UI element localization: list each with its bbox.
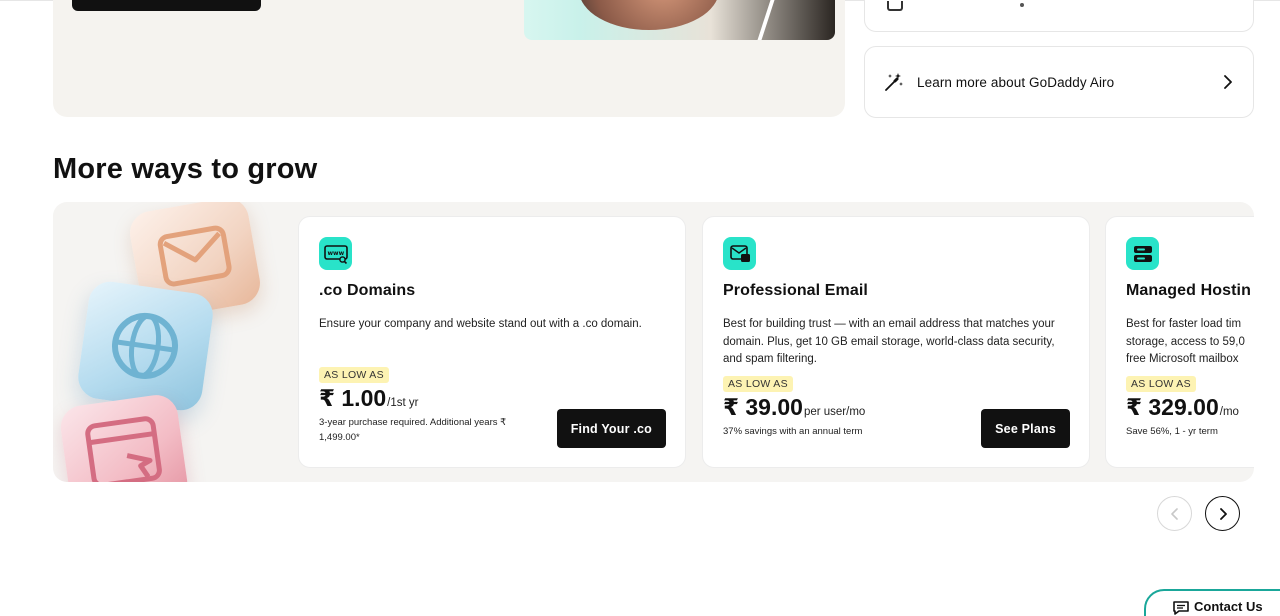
price-unit: /1st yr <box>387 397 419 409</box>
product-price: ₹ 1.00 <box>319 385 387 411</box>
product-illustration <box>53 202 293 482</box>
hero-cta-button[interactable] <box>72 0 261 11</box>
price-badge: AS LOW AS <box>1126 376 1196 392</box>
product-price: ₹ 39.00 <box>723 394 803 420</box>
price-note: Save 56%, 1 - yr term <box>1126 426 1218 437</box>
contact-us-button[interactable]: Contact Us <box>1144 589 1280 616</box>
server-icon <box>1126 237 1159 270</box>
carousel-next-button[interactable] <box>1205 496 1240 531</box>
product-price: ₹ 329.00 <box>1126 394 1219 420</box>
find-your-co-button[interactable]: Find Your .co <box>556 409 666 448</box>
product-name: Professional Email <box>723 282 868 299</box>
product-card-co-domains: www .co Domains Ensure your company and … <box>298 216 686 468</box>
email-icon <box>723 237 756 270</box>
price-note: 37% savings with an annual term <box>723 426 863 437</box>
chevron-right-icon <box>1221 75 1235 89</box>
chevron-right-icon <box>1219 507 1227 520</box>
price-note: 3-year purchase required. Additional yea… <box>319 417 507 443</box>
contact-us-label: Contact Us <box>1194 599 1263 614</box>
www-search-icon: www <box>319 237 352 270</box>
chevron-left-icon <box>1170 507 1178 520</box>
learn-more-airo-link[interactable]: Learn more about GoDaddy Airo <box>864 46 1254 118</box>
magic-wand-icon <box>883 71 905 93</box>
product-description: Ensure your company and website stand ou… <box>319 318 642 330</box>
learn-more-label: Learn more about GoDaddy Airo <box>917 74 1115 90</box>
price-badge: AS LOW AS <box>319 367 389 383</box>
tray-icon <box>887 1 903 11</box>
carousel-prev-button[interactable] <box>1157 496 1192 531</box>
section-title: More ways to grow <box>53 153 318 185</box>
product-name: Managed Hostin <box>1126 282 1251 299</box>
product-description: Best for building trust — with an email … <box>723 318 1055 365</box>
product-description: Best for faster load tim storage, access… <box>1126 318 1245 365</box>
side-card-previous[interactable] <box>864 0 1254 32</box>
price-badge: AS LOW AS <box>723 376 793 392</box>
chat-icon <box>1172 600 1190 616</box>
product-card-managed-hosting: Managed Hostin Best for faster load tim … <box>1105 216 1254 468</box>
price-unit: /mo <box>1219 406 1239 418</box>
product-card-professional-email: Professional Email Best for building tru… <box>702 216 1090 468</box>
svg-text:www: www <box>327 250 344 257</box>
price-unit: per user/mo <box>803 406 866 418</box>
website-tile-icon <box>57 392 191 482</box>
product-name: .co Domains <box>319 282 416 299</box>
products-carousel: www .co Domains Ensure your company and … <box>53 202 1254 482</box>
globe-tile-icon <box>75 278 216 414</box>
hero-image <box>524 0 835 40</box>
see-plans-button[interactable]: See Plans <box>981 409 1070 448</box>
